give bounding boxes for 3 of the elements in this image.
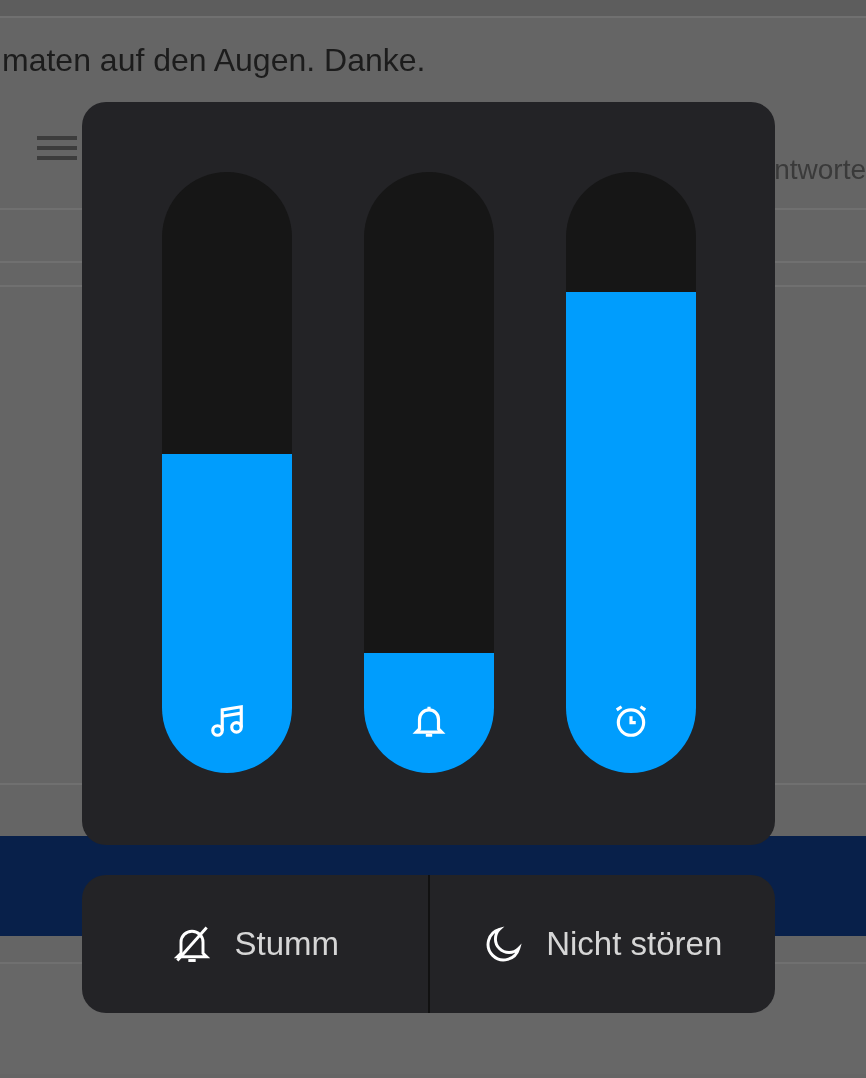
mode-button[interactable]: Nicht stören — [429, 875, 775, 1013]
mode-button[interactable]: Stumm — [82, 875, 430, 1013]
message-text: maten auf den Augen. Danke. — [2, 41, 426, 79]
